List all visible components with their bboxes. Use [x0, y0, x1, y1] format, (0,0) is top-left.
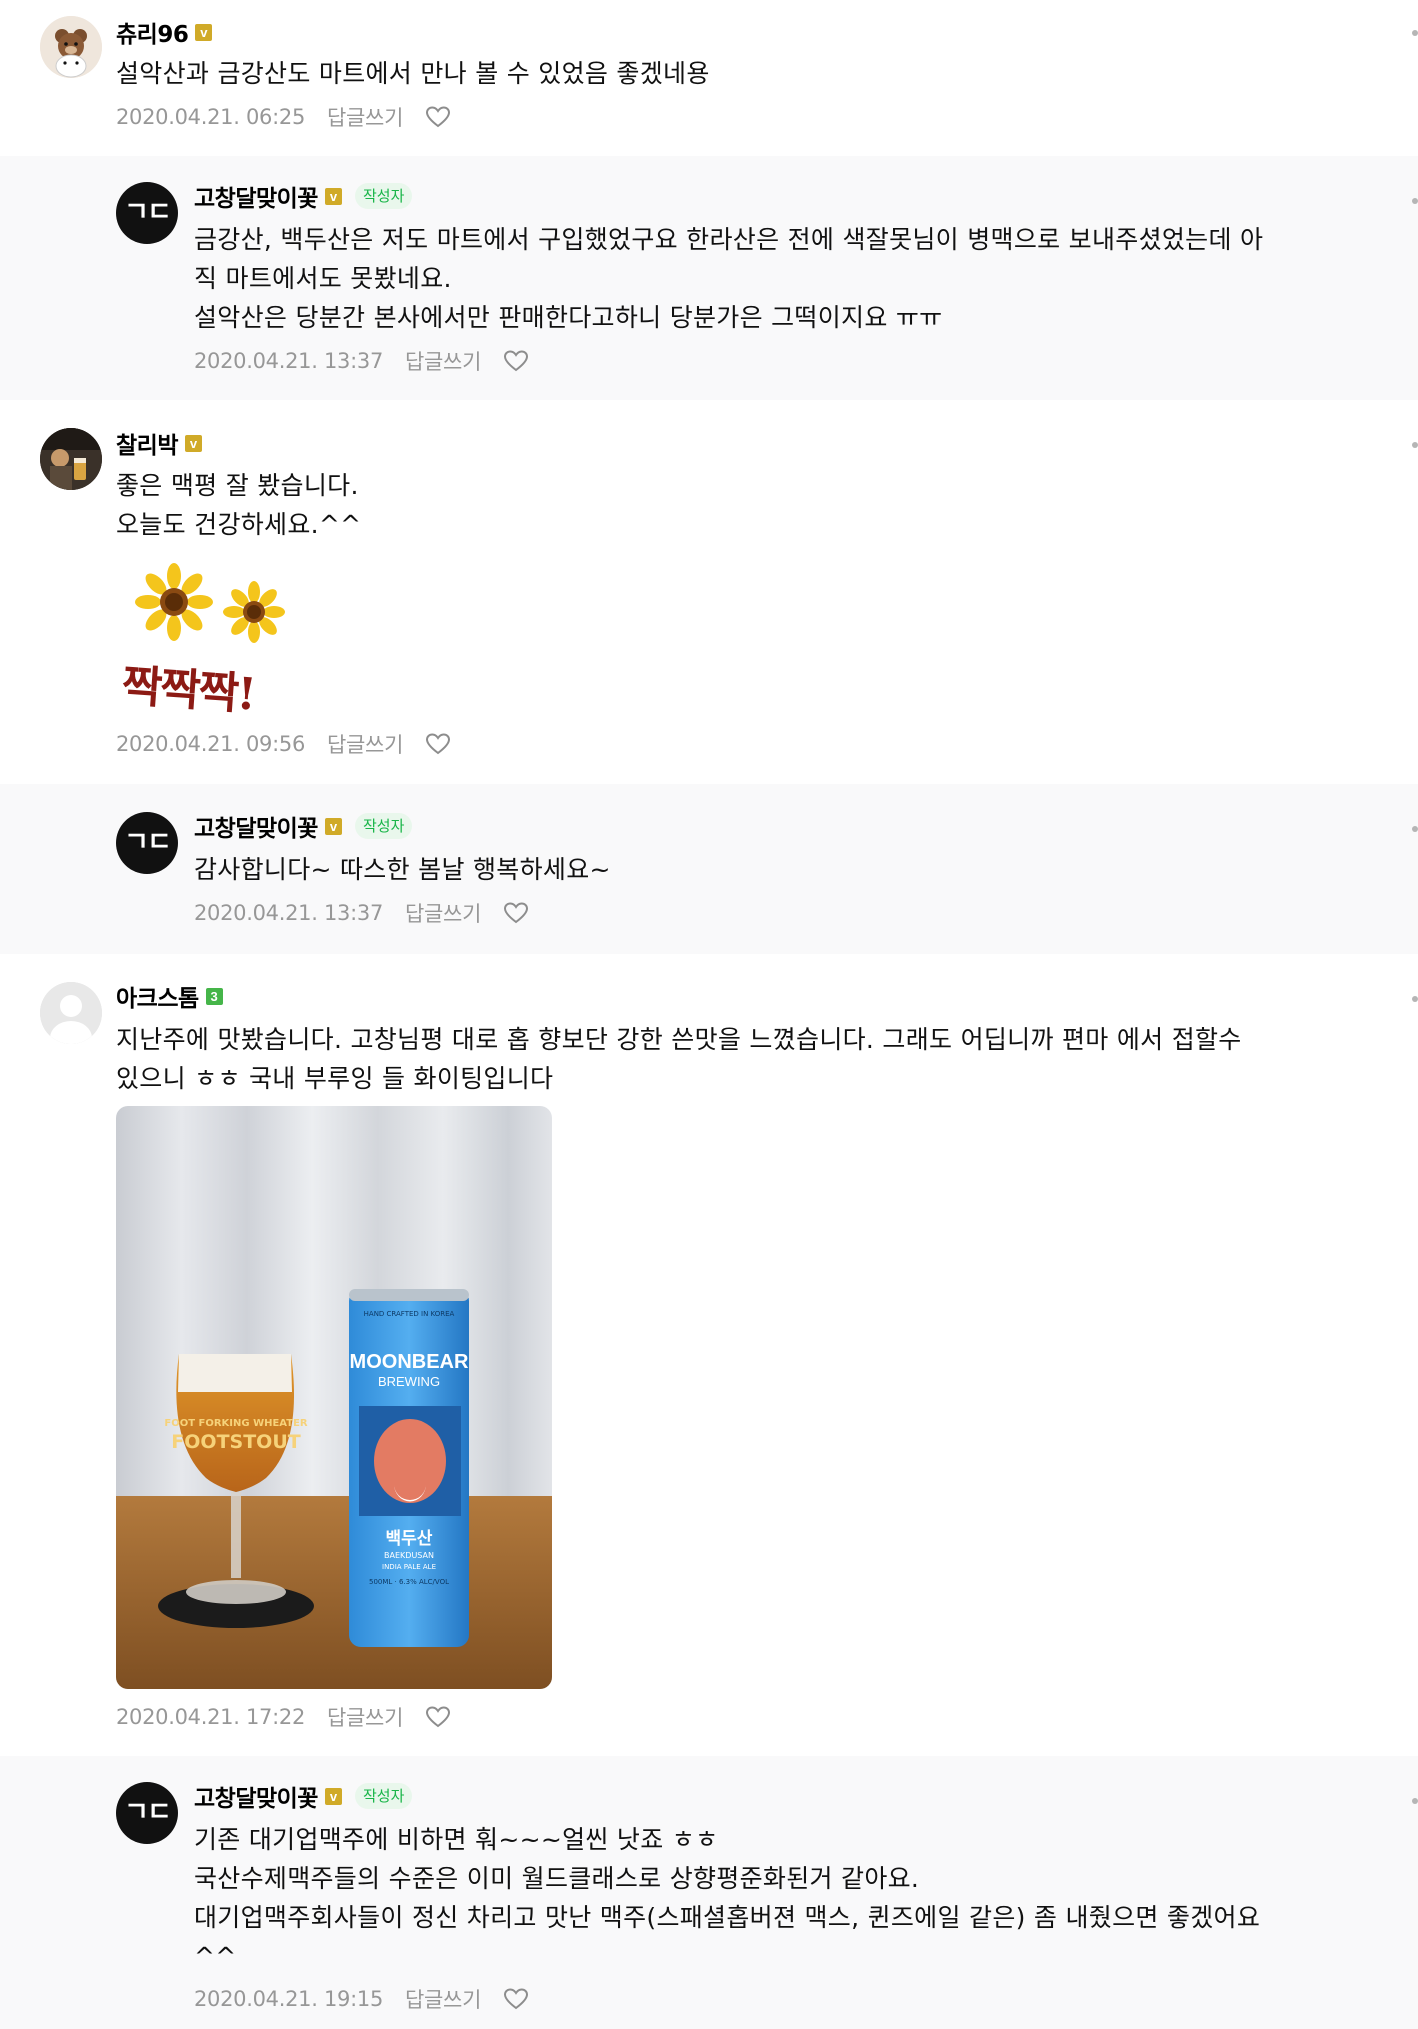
avatar[interactable]: ㄱㄷ [116, 182, 178, 244]
reply-item: ㄱㄷ 고창달맞이꽃 v 작성자 감사합니다~ 따스한 봄날 행복하세요~ 202… [0, 784, 1418, 954]
can-brand: MOONBEAR [350, 1351, 469, 1373]
can-text: INDIA PALE ALE [382, 1563, 436, 1571]
author-tag: 작성자 [354, 813, 413, 839]
avatar-logo: ㄱㄷ [124, 827, 172, 858]
comment-text: 금강산, 백두산은 저도 마트에서 구입했었구요 한라산은 전에 색잘못님이 병… [194, 225, 1264, 332]
beer-photo-image: FOOT FORKING WHEATER FOOTSTOUT HAND CRAF… [116, 1106, 552, 1689]
heart-icon[interactable] [503, 349, 529, 373]
level-badge: v [184, 434, 202, 452]
avatar-logo: ㄱㄷ [124, 197, 172, 228]
comment-date: 2020.04.21. 17:22 [116, 1705, 306, 1729]
comment-item: 찰리박 v 좋은 맥평 잘 봤습니다. 오늘도 건강하세요.^^ 짝짝짝! 20… [0, 400, 1418, 784]
level-badge: v [324, 1787, 342, 1805]
reply-button[interactable]: 답글쓰기 [405, 346, 481, 376]
comment-date: 2020.04.21. 06:25 [116, 105, 306, 129]
comment-text: 지난주에 맛봤습니다. 고창님평 대로 홉 향보단 강한 쓴맛을 느꼈습니다. … [116, 1025, 1242, 1093]
comment-text: 설악산과 금강산도 마트에서 만나 볼 수 있었음 좋겠네용 [116, 59, 710, 88]
comment-item: 츄리96 v 설악산과 금강산도 마트에서 만나 볼 수 있었음 좋겠네용 20… [0, 0, 1418, 156]
default-avatar-icon [40, 982, 102, 1044]
avatar[interactable]: ㄱㄷ [116, 812, 178, 874]
author-tag: 작성자 [354, 1783, 413, 1809]
nickname[interactable]: 고창달맞이꽃 [194, 1779, 318, 1813]
glass-text: FOOT FORKING WHEATER [164, 1418, 308, 1429]
comment-date: 2020.04.21. 13:37 [194, 901, 384, 925]
avatar[interactable] [40, 16, 102, 78]
level-badge: v [195, 23, 213, 41]
reply-button[interactable]: 답글쓰기 [327, 729, 403, 759]
heart-icon[interactable] [425, 732, 451, 756]
comment-text: 기존 대기업맥주에 비하면 훠~~~얼씬 낫죠 ㅎㅎ 국산수제맥주들의 수준은 … [194, 1825, 1261, 1971]
reply-button[interactable]: 답글쓰기 [405, 898, 481, 928]
heart-icon[interactable] [503, 1987, 529, 2011]
comment-date: 2020.04.21. 13:37 [194, 349, 384, 373]
nickname[interactable]: 츄리96 [116, 15, 189, 49]
can-text: HAND CRAFTED IN KOREA [364, 1310, 455, 1318]
comment-date: 2020.04.21. 19:15 [194, 1987, 384, 2011]
comment-item: 아크스톰 3 지난주에 맛봤습니다. 고창님평 대로 홉 향보단 강한 쓴맛을 … [0, 954, 1418, 1756]
sticker-image: 짝짝짝! [120, 560, 312, 721]
more-options-icon[interactable] [1412, 442, 1418, 448]
bear-avatar-icon [40, 16, 102, 78]
heart-icon[interactable] [425, 1705, 451, 1729]
can-text: 백두산 [386, 1529, 433, 1549]
can-text: 500ML · 6.3% ALC/VOL [369, 1578, 449, 1586]
level-badge: 3 [205, 987, 223, 1005]
avatar[interactable]: ㄱㄷ [116, 1782, 178, 1844]
comment-text: 좋은 맥평 잘 봤습니다. 오늘도 건강하세요.^^ [116, 471, 362, 539]
avatar[interactable] [40, 428, 102, 490]
attached-photo[interactable]: FOOT FORKING WHEATER FOOTSTOUT HAND CRAF… [116, 1106, 552, 1689]
photo-avatar-icon [40, 428, 102, 490]
heart-icon[interactable] [503, 901, 529, 925]
more-options-icon[interactable] [1412, 30, 1418, 36]
nickname[interactable]: 고창달맞이꽃 [194, 809, 318, 843]
nickname[interactable]: 찰리박 [116, 426, 178, 460]
glass-text: FOOTSTOUT [171, 1431, 300, 1453]
comment-text: 감사합니다~ 따스한 봄날 행복하세요~ [194, 855, 611, 884]
avatar[interactable] [40, 982, 102, 1044]
reply-item: ㄱㄷ 고창달맞이꽃 v 작성자 기존 대기업맥주에 비하면 훠~~~얼씬 낫죠 … [0, 1756, 1418, 2029]
avatar-logo: ㄱㄷ [124, 1797, 172, 1828]
comment-date: 2020.04.21. 09:56 [116, 732, 306, 756]
reply-item: ㄱㄷ 고창달맞이꽃 v 작성자 금강산, 백두산은 저도 마트에서 구입했었구요… [0, 156, 1418, 400]
level-badge: v [324, 187, 342, 205]
can-text: BREWING [378, 1374, 440, 1389]
nickname[interactable]: 아크스톰 [116, 979, 199, 1013]
author-tag: 작성자 [354, 183, 413, 209]
reply-button[interactable]: 답글쓰기 [327, 1702, 403, 1732]
nickname[interactable]: 고창달맞이꽃 [194, 179, 318, 213]
can-text: BAEKDUSAN [384, 1551, 434, 1560]
more-options-icon[interactable] [1412, 826, 1418, 832]
reply-button[interactable]: 답글쓰기 [405, 1984, 481, 2014]
more-options-icon[interactable] [1412, 198, 1418, 204]
more-options-icon[interactable] [1412, 996, 1418, 1002]
level-badge: v [324, 817, 342, 835]
heart-icon[interactable] [425, 105, 451, 129]
more-options-icon[interactable] [1412, 1798, 1418, 1804]
reply-button[interactable]: 답글쓰기 [327, 102, 403, 132]
sticker-text: 짝짝짝! [120, 660, 257, 721]
